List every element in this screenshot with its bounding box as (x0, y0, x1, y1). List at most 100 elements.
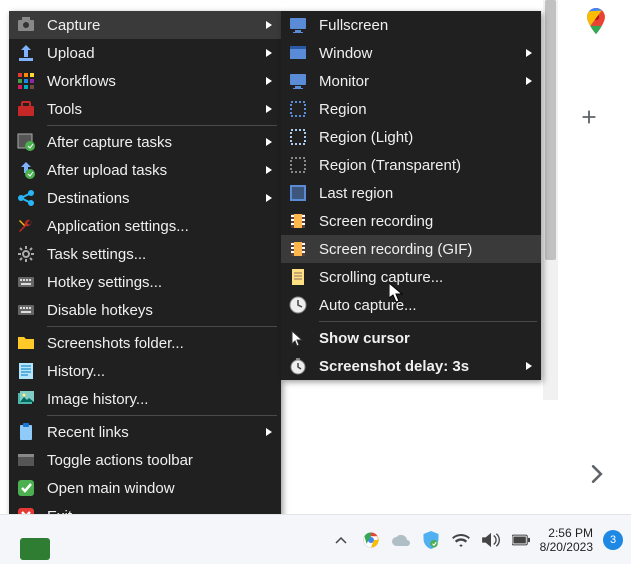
menu-item[interactable]: Screenshots folder... (9, 329, 281, 357)
chrome-icon[interactable] (362, 531, 380, 549)
submenu-arrow-icon (265, 427, 273, 437)
toolbar-icon (17, 451, 35, 469)
menu-separator (47, 125, 277, 126)
menu-item-label: Region (Transparent) (319, 157, 533, 174)
menu-item[interactable]: Show cursor (281, 324, 541, 352)
menu-item-label: Scrolling capture... (319, 269, 533, 286)
check-icon (17, 479, 35, 497)
share-icon (17, 189, 35, 207)
menu-item[interactable]: Toggle actions toolbar (9, 446, 281, 474)
scrollbar[interactable] (543, 0, 558, 400)
screenshot-after-icon (17, 133, 35, 151)
menu-item[interactable]: Auto capture... (281, 291, 541, 319)
menu-item-label: Screen recording (319, 213, 533, 230)
menu-item[interactable]: Task settings... (9, 240, 281, 268)
camera-icon (17, 16, 35, 34)
menu-item[interactable]: Scrolling capture... (281, 263, 541, 291)
taskbar: 2:56 PM 8/20/2023 3 (0, 514, 631, 564)
wifi-icon[interactable] (452, 531, 470, 549)
menu-item[interactable]: Tools (9, 95, 281, 123)
menu-item[interactable]: Capture (9, 11, 281, 39)
menu-item-label: Monitor (319, 73, 517, 90)
submenu-arrow-icon (265, 137, 273, 147)
menu-item-label: Application settings... (47, 218, 273, 235)
menu-item[interactable]: After upload tasks (9, 156, 281, 184)
menu-item[interactable]: Region (Light) (281, 123, 541, 151)
menu-item[interactable]: Last region (281, 179, 541, 207)
menu-item[interactable]: Upload (9, 39, 281, 67)
menu-item[interactable]: Window (281, 39, 541, 67)
menu-item-label: Open main window (47, 480, 273, 497)
menu-item[interactable]: Monitor (281, 67, 541, 95)
menu-item-label: History... (47, 363, 273, 380)
menu-item-label: Task settings... (47, 246, 273, 263)
submenu-arrow-icon (525, 76, 533, 86)
notification-badge[interactable]: 3 (603, 530, 623, 550)
delay-icon (289, 357, 307, 375)
menu-item[interactable]: Screenshot delay: 3s (281, 352, 541, 380)
menu-item-label: After capture tasks (47, 134, 257, 151)
menu-item[interactable]: Screen recording (GIF) (281, 235, 541, 263)
submenu-arrow-icon (265, 48, 273, 58)
menu-item[interactable]: Screen recording (281, 207, 541, 235)
menu-item-label: Last region (319, 185, 533, 202)
region-last-icon (289, 184, 307, 202)
menu-item-label: Workflows (47, 73, 257, 90)
clipboard-icon (17, 423, 35, 441)
menu-item-label: Window (319, 45, 517, 62)
menu-item-label: Hotkey settings... (47, 274, 273, 291)
system-tray (332, 531, 530, 549)
menu-item-label: Screenshot delay: 3s (319, 358, 517, 375)
submenu-arrow-icon (265, 165, 273, 175)
menu-item-label: Destinations (47, 190, 257, 207)
tray-chevron-up-icon[interactable] (332, 531, 350, 549)
battery-icon[interactable] (512, 531, 530, 549)
menu-item-label: Image history... (47, 391, 273, 408)
submenu-arrow-icon (265, 20, 273, 30)
region-light-icon (289, 128, 307, 146)
menu-item[interactable]: Image history... (9, 385, 281, 413)
menu-item[interactable]: History... (9, 357, 281, 385)
upload-after-icon (17, 161, 35, 179)
taskbar-app-icon[interactable] (20, 538, 50, 560)
menu-item[interactable]: Application settings... (9, 212, 281, 240)
menu-item[interactable]: Open main window (9, 474, 281, 502)
menu-item-label: Screenshots folder... (47, 335, 273, 352)
film-icon (289, 240, 307, 258)
menu-item-label: After upload tasks (47, 162, 257, 179)
region-trans-icon (289, 156, 307, 174)
submenu-arrow-icon (525, 48, 533, 58)
menu-item[interactable]: Region (281, 95, 541, 123)
menu-item[interactable]: Hotkey settings... (9, 268, 281, 296)
clock-time: 2:56 PM (540, 526, 593, 540)
add-button[interactable] (578, 106, 602, 130)
gear-icon (17, 245, 35, 263)
images-icon (17, 390, 35, 408)
menu-item[interactable]: Workflows (9, 67, 281, 95)
window-icon (289, 44, 307, 62)
volume-icon[interactable] (482, 531, 500, 549)
maps-pin-icon[interactable] (581, 6, 611, 36)
keyboard-icon (17, 273, 35, 291)
menu-item-label: Disable hotkeys (47, 302, 273, 319)
security-icon[interactable] (422, 531, 440, 549)
region-icon (289, 100, 307, 118)
menu-item[interactable]: Fullscreen (281, 11, 541, 39)
clock[interactable]: 2:56 PM 8/20/2023 (540, 526, 593, 554)
menu-item-label: Auto capture... (319, 297, 533, 314)
chevron-right-icon[interactable] (583, 460, 611, 488)
menu-item[interactable]: Destinations (9, 184, 281, 212)
context-menu-main: CaptureUpload Workflows Tools After capture… (9, 11, 281, 530)
menu-separator (47, 326, 277, 327)
menu-item-label: Recent links (47, 424, 257, 441)
menu-item[interactable]: Disable hotkeys (9, 296, 281, 324)
menu-item[interactable]: After capture tasks (9, 128, 281, 156)
menu-item[interactable]: Recent links (9, 418, 281, 446)
menu-item-label: Tools (47, 101, 257, 118)
menu-item-label: Region (319, 101, 533, 118)
onedrive-icon[interactable] (392, 531, 410, 549)
menu-item[interactable]: Region (Transparent) (281, 151, 541, 179)
menu-item-label: Region (Light) (319, 129, 533, 146)
submenu-arrow-icon (265, 104, 273, 114)
submenu-arrow-icon (525, 361, 533, 371)
